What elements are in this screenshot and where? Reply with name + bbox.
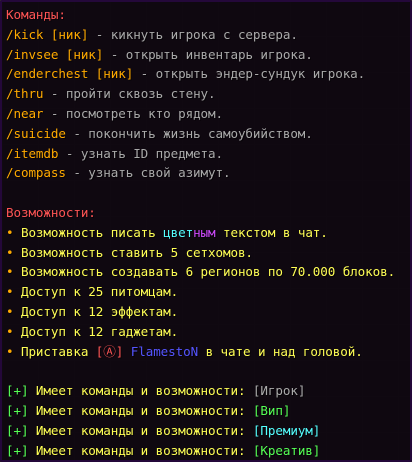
feature-text: Доступ к 12 гаджетам. <box>13 323 179 339</box>
feature-text: Доступ к 25 питомцам. <box>13 284 179 300</box>
feature-line-prefix: • Приставка [Ⓐ] FlamestoN в чате и над г… <box>6 343 363 359</box>
command-line-compass: /compass - узнать свой азимут. <box>6 163 406 183</box>
command-line-thru: /thru - пройти сквозь стену. <box>6 84 406 104</box>
feature-text: Возможность ставить 5 сетхомов. <box>13 244 253 260</box>
command-description: - узнать свой азимут. <box>65 165 231 181</box>
feature-line-sethomes: • Возможность ставить 5 сетхомов. <box>6 243 406 263</box>
plus-icon: [+] <box>6 442 29 458</box>
command-description: - покончить жизнь самоубийством. <box>65 125 313 141</box>
command-name: /enderchest [ник] <box>6 66 134 82</box>
inherit-line-premium: [+] Имеет команды и возможности: [Премиу… <box>6 422 321 438</box>
rank-label: [Креатив] <box>252 442 321 458</box>
command-name: /compass <box>6 165 66 181</box>
command-line-near: /near - посмотреть кто рядом. <box>6 104 406 124</box>
colored-word-part-a: цвет <box>163 224 194 240</box>
colored-word-part-b: ным <box>193 224 216 240</box>
command-line-kick: /kick [ник] - кикнуть игрока с сервера. <box>6 25 406 45</box>
rank-prefix-badge: [Ⓐ] <box>95 343 124 359</box>
rank-label: [Игрок] <box>252 383 306 399</box>
feature-line-pets: • Доступ к 25 питомцам. <box>6 282 406 302</box>
inherit-line-igrok: [+] Имеет команды и возможности: [Игрок] <box>6 383 306 399</box>
command-name: /suicide <box>6 125 66 141</box>
command-description: - узнать ID предмета. <box>58 145 223 161</box>
command-description: - посмотреть кто рядом. <box>43 105 223 121</box>
command-name: /kick [ник] <box>6 26 89 42</box>
commands-heading: Команды: <box>6 7 66 22</box>
command-line-suicide: /suicide - покончить жизнь самоубийством… <box>6 124 406 144</box>
command-name: /invsee [ник] <box>6 46 104 62</box>
feature-text: Возможность создавать 6 регионов по 70.0… <box>13 264 396 280</box>
plus-icon: [+] <box>6 422 29 438</box>
inherit-line-creative: [+] Имеет команды и возможности: [Креати… <box>6 442 321 458</box>
command-description: - открыть инвентарь игрока. <box>103 46 313 62</box>
command-line-invsee: /invsee [ник] - открыть инвентарь игрока… <box>6 45 406 65</box>
inherit-line-vip: [+] Имеет команды и возможности: [Вип] <box>6 402 291 418</box>
feature-text: Доступ к 12 эффектам. <box>13 303 179 319</box>
command-description: - пройти сквозь стену. <box>43 86 216 102</box>
plus-icon: [+] <box>6 383 29 399</box>
command-name: /near <box>6 105 44 121</box>
feature-line-regions: • Возможность создавать 6 регионов по 70… <box>6 262 406 282</box>
item-tooltip: Команды: /kick [ник] - кикнуть игрока с … <box>0 0 412 462</box>
command-name: /itemdb <box>6 145 59 161</box>
feature-line-gadgets: • Доступ к 12 гаджетам. <box>6 322 406 342</box>
command-line-itemdb: /itemdb - узнать ID предмета. <box>6 144 406 164</box>
command-description: - открыть эндер-сундук игрока. <box>133 66 366 82</box>
command-name: /thru <box>6 86 44 102</box>
command-description: - кикнуть игрока с сервера. <box>88 26 298 42</box>
feature-line-effects: • Доступ к 12 эффектам. <box>6 302 406 322</box>
player-name: FlamestoN <box>123 343 199 359</box>
rank-label: [Вип] <box>252 402 291 418</box>
feature-line-color-chat: • Возможность писать цветным текстом в ч… <box>6 224 328 240</box>
features-heading: Возможности: <box>6 204 96 220</box>
command-line-enderchest: /enderchest [ник] - открыть эндер-сундук… <box>6 64 406 84</box>
rank-label: [Премиум] <box>252 422 321 438</box>
plus-icon: [+] <box>6 402 29 418</box>
